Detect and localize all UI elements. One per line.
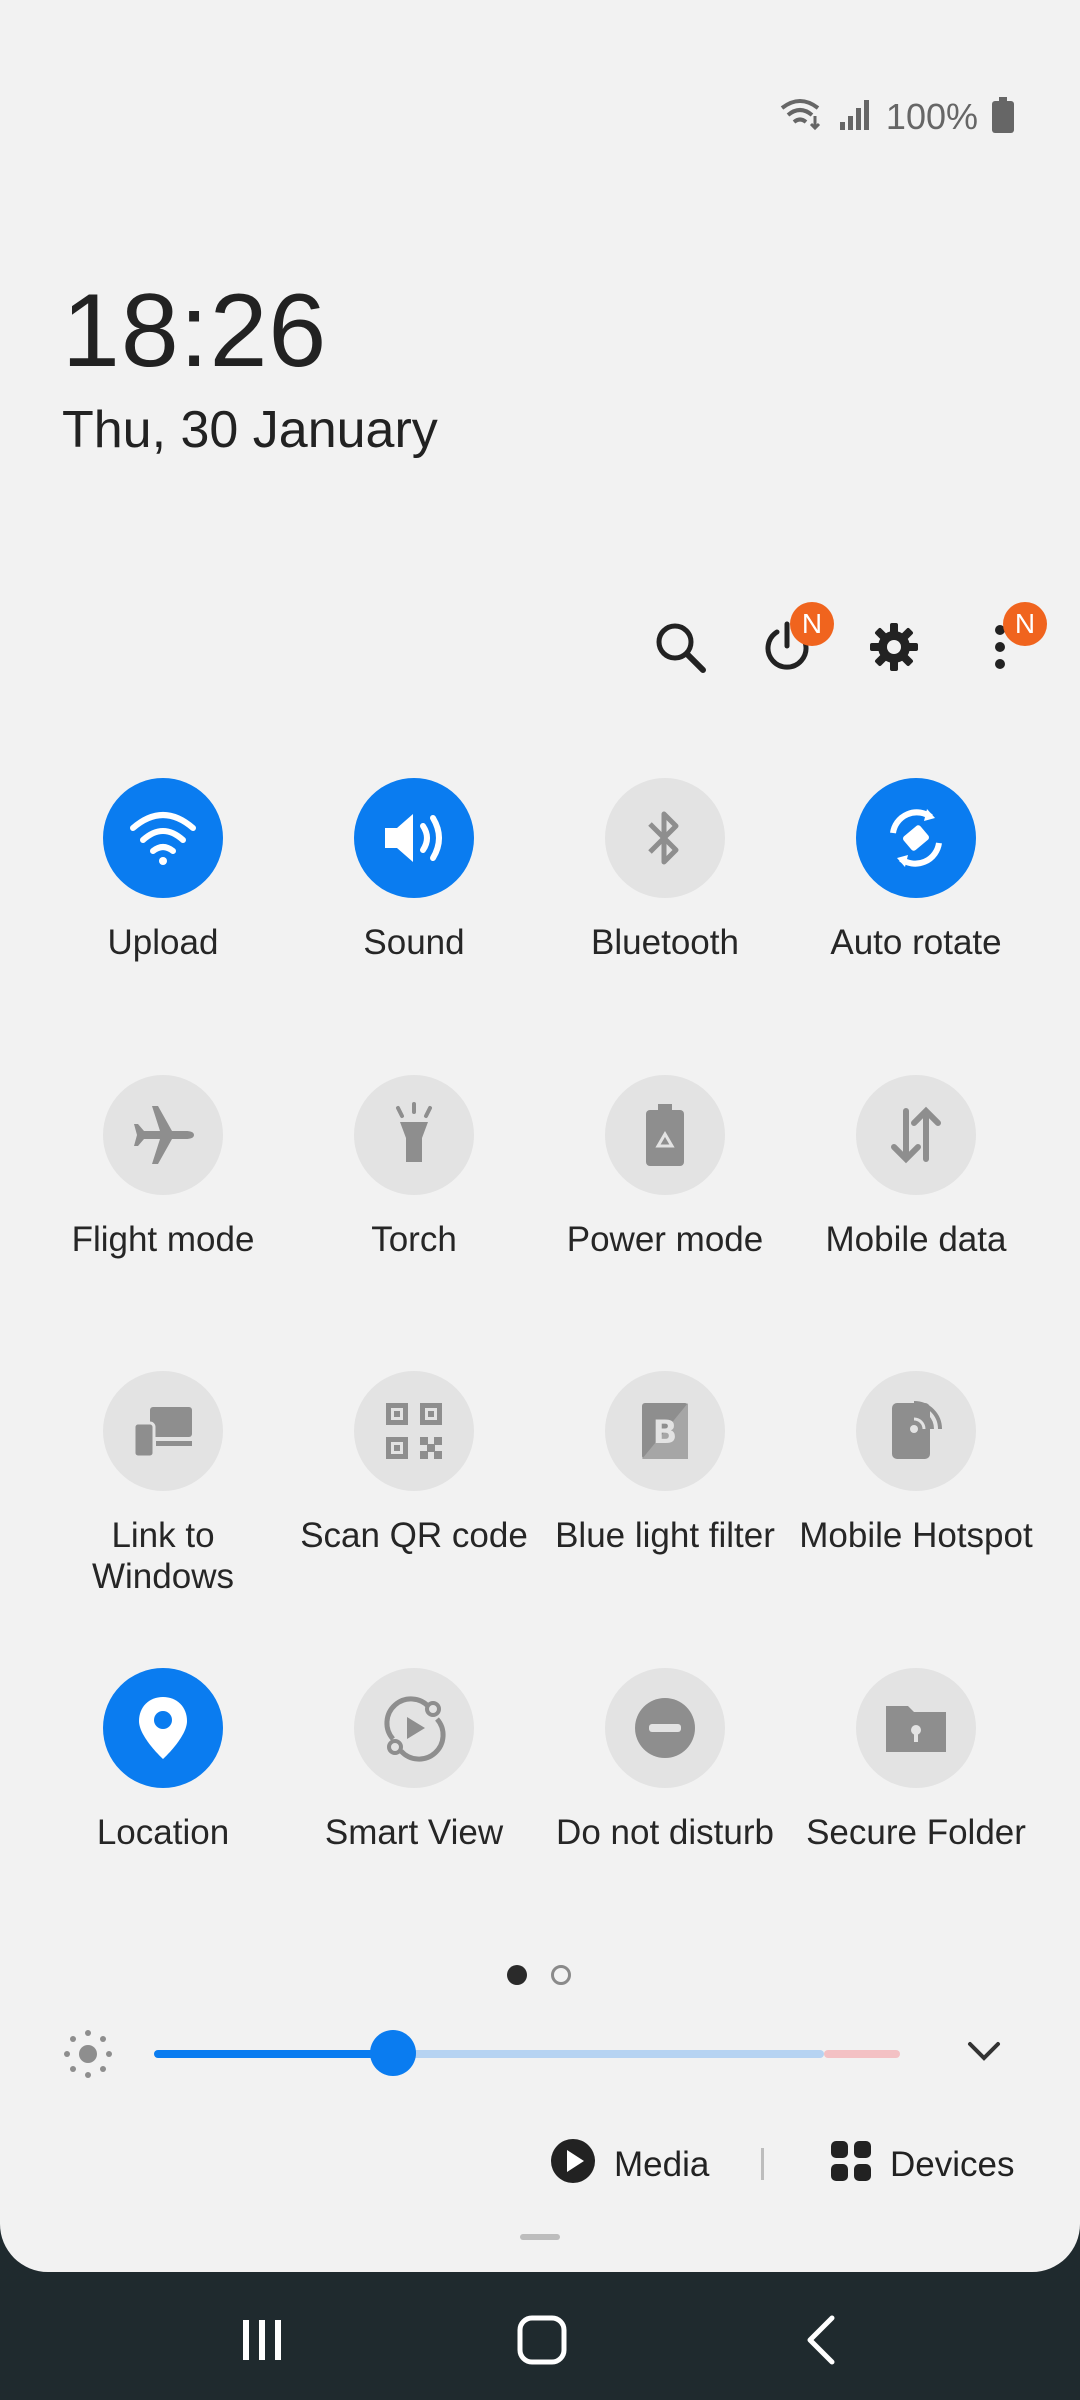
tile-location[interactable]: Location: [38, 1668, 288, 1853]
chevron-down-icon[interactable]: [966, 2040, 1002, 2069]
tile-label: Smart View: [324, 1813, 504, 1852]
back-icon[interactable]: [782, 2305, 862, 2375]
tile-upload[interactable]: Upload: [38, 778, 288, 963]
tile-label: Upload: [107, 923, 219, 962]
tile-label: Mobile Hotspot: [799, 1516, 1033, 1555]
volume-icon[interactable]: [354, 778, 474, 898]
page-indicator-active[interactable]: [507, 1965, 527, 1985]
hotspot-icon[interactable]: [856, 1371, 976, 1491]
svg-text:B: B: [653, 1413, 677, 1451]
tile-label: Flight mode: [71, 1220, 255, 1259]
tile-label: Bluetooth: [591, 923, 739, 962]
secure-folder-icon[interactable]: [856, 1668, 976, 1788]
tile-flight-mode[interactable]: Flight mode: [38, 1075, 288, 1260]
airplane-icon[interactable]: [103, 1075, 223, 1195]
tile-scan-qr[interactable]: Scan QR code: [289, 1371, 539, 1556]
tile-label: Location: [96, 1813, 230, 1852]
tile-smart-view[interactable]: Smart View: [289, 1668, 539, 1853]
play-circle-icon: [550, 2138, 596, 2193]
brightness-track-filled[interactable]: [154, 2050, 394, 2058]
smart-view-icon[interactable]: [354, 1668, 474, 1788]
tile-sound[interactable]: Sound: [289, 778, 539, 963]
quick-panel: 100% 18:26 Thu, 30 January N N Upload So…: [0, 0, 1080, 2272]
tile-label: Do not disturb: [556, 1813, 774, 1852]
battery-percent: 100%: [885, 96, 978, 137]
page-indicator[interactable]: [551, 1965, 571, 1985]
media-button[interactable]: Media: [550, 2135, 709, 2195]
blue-light-b-icon[interactable]: B: [605, 1371, 725, 1491]
brightness-track[interactable]: [394, 2050, 824, 2058]
media-label: Media: [614, 2145, 710, 2184]
divider: [761, 2148, 764, 2180]
brightness-sun-icon: [62, 2028, 114, 2085]
location-pin-icon[interactable]: [103, 1668, 223, 1788]
tile-link-to-windows[interactable]: Link to Windows: [38, 1371, 288, 1597]
devices-link-icon[interactable]: [103, 1371, 223, 1491]
tile-blue-light-filter[interactable]: B Blue light filter: [540, 1371, 790, 1556]
tile-secure-folder[interactable]: Secure Folder: [791, 1668, 1041, 1853]
tile-label: Secure Folder: [806, 1813, 1026, 1852]
brightness-slider-thumb[interactable]: [370, 2030, 416, 2076]
qr-code-icon[interactable]: [354, 1371, 474, 1491]
tile-power-mode[interactable]: Power mode: [540, 1075, 790, 1260]
tile-auto-rotate[interactable]: Auto rotate: [791, 778, 1041, 963]
devices-grid-icon: [830, 2140, 872, 2191]
search-icon[interactable]: [650, 617, 710, 677]
clock-date[interactable]: Thu, 30 January: [62, 400, 438, 460]
recent-apps-icon[interactable]: [222, 2305, 302, 2375]
auto-rotate-icon[interactable]: [856, 778, 976, 898]
wifi-status-icon: [780, 98, 824, 137]
devices-button[interactable]: Devices: [830, 2135, 1014, 2195]
devices-label: Devices: [890, 2145, 1015, 2184]
bluetooth-icon[interactable]: [605, 778, 725, 898]
wifi-icon[interactable]: [103, 778, 223, 898]
tile-do-not-disturb[interactable]: Do not disturb: [540, 1668, 790, 1853]
home-icon[interactable]: [502, 2305, 582, 2375]
tile-label: Blue light filter: [555, 1516, 775, 1555]
more-notification-badge: N: [1003, 602, 1047, 646]
tile-label: Link to Windows: [92, 1516, 234, 1596]
status-bar: 100%: [780, 92, 1014, 142]
tile-torch[interactable]: Torch: [289, 1075, 539, 1260]
tile-mobile-hotspot[interactable]: Mobile Hotspot: [791, 1371, 1041, 1556]
tile-label: Mobile data: [825, 1220, 1007, 1259]
tile-mobile-data[interactable]: Mobile data: [791, 1075, 1041, 1260]
minus-circle-icon[interactable]: [605, 1668, 725, 1788]
tile-label: Scan QR code: [300, 1516, 528, 1555]
power-notification-badge: N: [790, 602, 834, 646]
data-arrows-icon[interactable]: [856, 1075, 976, 1195]
tile-bluetooth[interactable]: Bluetooth: [540, 778, 790, 963]
flashlight-icon[interactable]: [354, 1075, 474, 1195]
signal-icon: [838, 98, 872, 137]
panel-drag-handle[interactable]: [520, 2234, 560, 2240]
tile-label: Power mode: [566, 1220, 764, 1259]
brightness-track-high[interactable]: [824, 2050, 900, 2058]
tile-label: Torch: [371, 1220, 457, 1259]
tile-label: Auto rotate: [830, 923, 1002, 962]
clock-time[interactable]: 18:26: [62, 272, 327, 391]
settings-gear-icon[interactable]: [864, 617, 924, 677]
tile-label: Sound: [363, 923, 465, 962]
battery-icon: [992, 96, 1014, 138]
battery-recycle-icon[interactable]: [605, 1075, 725, 1195]
